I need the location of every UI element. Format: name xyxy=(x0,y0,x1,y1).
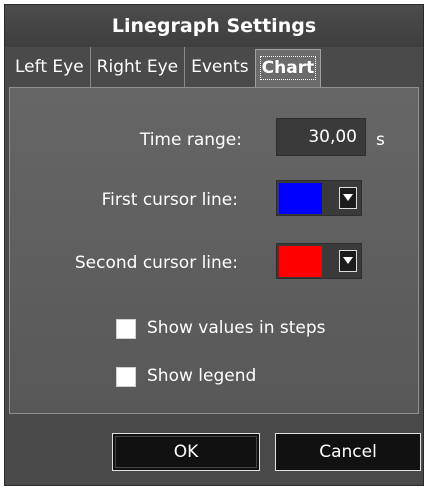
dialog-title: Linegraph Settings xyxy=(5,5,423,47)
chart-settings-panel: Time range: 30,00 s First cursor line: S… xyxy=(9,87,419,414)
first-cursor-label: First cursor line: xyxy=(101,190,238,210)
linegraph-settings-dialog: Linegraph Settings Left Eye Right Eye Ev… xyxy=(4,4,424,486)
time-range-unit: s xyxy=(376,130,385,150)
first-cursor-dropdown-button[interactable] xyxy=(339,187,357,209)
first-cursor-color-swatch xyxy=(279,183,322,214)
show-values-in-steps-checkbox[interactable] xyxy=(116,319,136,339)
tab-events[interactable]: Events xyxy=(185,47,255,87)
tab-right-eye[interactable]: Right Eye xyxy=(91,47,186,87)
second-cursor-color-swatch xyxy=(279,246,322,277)
show-legend-checkbox[interactable] xyxy=(116,367,136,387)
ok-button-label: OK xyxy=(173,442,199,462)
ok-button[interactable]: OK xyxy=(112,433,260,471)
show-values-in-steps-label: Show values in steps xyxy=(147,318,326,338)
time-range-label: Time range: xyxy=(139,130,242,150)
second-cursor-label: Second cursor line: xyxy=(74,253,238,273)
first-cursor-color-picker[interactable] xyxy=(276,180,362,216)
second-cursor-dropdown-button[interactable] xyxy=(339,250,357,272)
tab-chart[interactable]: Chart xyxy=(254,49,322,87)
tab-left-eye[interactable]: Left Eye xyxy=(9,47,91,87)
cancel-button[interactable]: Cancel xyxy=(275,433,421,471)
second-cursor-color-picker[interactable] xyxy=(276,243,362,279)
show-legend-label: Show legend xyxy=(147,366,257,386)
tab-bar: Left Eye Right Eye Events Chart xyxy=(9,47,322,87)
chevron-down-icon xyxy=(343,194,353,201)
chevron-down-icon xyxy=(343,257,353,264)
cancel-button-label: Cancel xyxy=(319,442,377,462)
time-range-input[interactable]: 30,00 xyxy=(276,118,366,156)
